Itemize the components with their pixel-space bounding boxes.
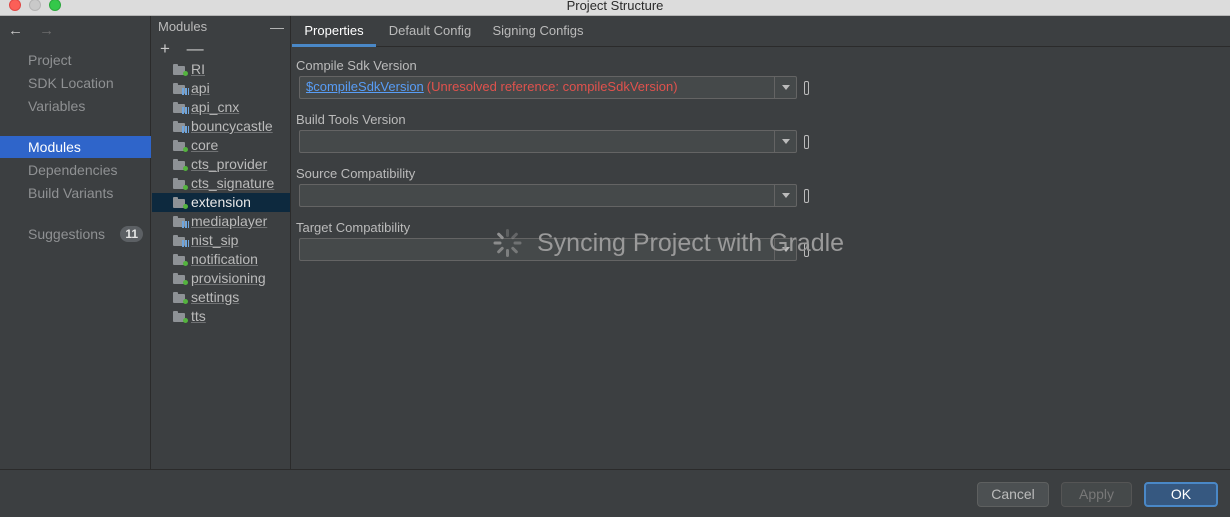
- android-module-icon: [173, 197, 188, 209]
- build-tools-combo[interactable]: [299, 130, 797, 153]
- module-item-label: api: [191, 80, 210, 96]
- module-item-api-cnx[interactable]: api_cnx: [152, 98, 290, 117]
- module-item-label: cts_signature: [191, 175, 275, 191]
- library-module-icon: [173, 121, 189, 133]
- compile-sdk-reference-link[interactable]: $compileSdkVersion: [306, 79, 424, 94]
- modules-toolbar: + —: [152, 38, 290, 60]
- tab-default-config[interactable]: Default Config: [380, 16, 480, 47]
- module-item-tts[interactable]: tts: [152, 307, 290, 326]
- module-item-notification[interactable]: notification: [152, 250, 290, 269]
- chevron-down-icon[interactable]: [774, 131, 796, 152]
- remove-module-icon[interactable]: —: [187, 39, 204, 58]
- variable-bracket-icon[interactable]: [804, 189, 809, 203]
- window-titlebar: Project Structure: [0, 0, 1230, 16]
- add-module-icon[interactable]: +: [160, 39, 170, 58]
- library-module-icon: [173, 216, 189, 228]
- left-nav: ← → Project SDK Location Variables Modul…: [0, 16, 151, 469]
- library-module-icon: [173, 235, 189, 247]
- nav-item-modules[interactable]: Modules: [0, 136, 151, 158]
- module-item-label: settings: [191, 289, 240, 305]
- android-module-icon: [173, 178, 188, 190]
- module-item-label: extension: [191, 194, 251, 210]
- nav-history: ← →: [8, 22, 66, 39]
- android-module-icon: [173, 254, 188, 266]
- apply-button[interactable]: Apply: [1061, 482, 1132, 507]
- module-item-label: bouncycastle: [191, 118, 273, 134]
- module-item-label: api_cnx: [191, 99, 240, 115]
- nav-item-suggestions[interactable]: Suggestions 11: [0, 223, 151, 245]
- module-item-cts-signature[interactable]: cts_signature: [152, 174, 290, 193]
- module-item-label: cts_provider: [191, 156, 268, 172]
- nav-item-project[interactable]: Project: [0, 49, 151, 71]
- sync-overlay: Syncing Project with Gradle: [493, 226, 845, 260]
- cancel-button[interactable]: Cancel: [977, 482, 1049, 507]
- library-module-icon: [173, 83, 189, 95]
- dialog-button-bar: Cancel Apply OK: [0, 469, 1230, 517]
- android-module-icon: [173, 140, 188, 152]
- compile-sdk-error: (Unresolved reference: compileSdkVersion…: [426, 79, 678, 94]
- spinner-icon: [493, 229, 522, 257]
- nav-item-build-variants[interactable]: Build Variants: [0, 182, 151, 204]
- module-item-label: core: [191, 137, 219, 153]
- nav-item-sdk-location[interactable]: SDK Location: [0, 72, 151, 94]
- module-item-cts-provider[interactable]: cts_provider: [152, 155, 290, 174]
- nav-item-suggestions-label: Suggestions: [28, 226, 106, 242]
- module-item-provisioning[interactable]: provisioning: [152, 269, 290, 288]
- compile-sdk-value: $compileSdkVersion (Unresolved reference:…: [306, 79, 678, 94]
- properties-panel: Properties Default Config Signing Config…: [292, 16, 1230, 469]
- sync-status-text: Syncing Project with Gradle: [537, 228, 845, 257]
- tab-signing-configs[interactable]: Signing Configs: [488, 16, 588, 47]
- chevron-down-icon[interactable]: [774, 185, 796, 206]
- module-item-settings[interactable]: settings: [152, 288, 290, 307]
- module-item-label: notification: [191, 251, 258, 267]
- module-item-ri[interactable]: RI: [152, 60, 290, 79]
- library-module-icon: [173, 102, 189, 114]
- module-item-extension[interactable]: extension: [152, 193, 290, 212]
- chevron-down-icon[interactable]: [774, 77, 796, 98]
- variable-bracket-icon[interactable]: [804, 135, 809, 149]
- tab-properties[interactable]: Properties: [292, 16, 376, 47]
- modules-header-label: Modules: [158, 19, 208, 34]
- module-item-mediaplayer[interactable]: mediaplayer: [152, 212, 290, 231]
- compile-sdk-combo[interactable]: $compileSdkVersion (Unresolved reference:…: [299, 76, 797, 99]
- android-module-icon: [173, 64, 188, 76]
- android-module-icon: [173, 273, 188, 285]
- module-item-bouncycastle[interactable]: bouncycastle: [152, 117, 290, 136]
- module-list: RI api api_cnx bouncycastle core cts_provider…: [152, 60, 290, 326]
- module-item-label: RI: [191, 61, 205, 77]
- target-compat-label: Target Compatibility: [296, 220, 411, 235]
- forward-arrow-icon[interactable]: →: [39, 22, 54, 39]
- back-arrow-icon[interactable]: ←: [8, 22, 23, 39]
- module-item-label: tts: [191, 308, 206, 324]
- module-item-nist-sip[interactable]: nist_sip: [152, 231, 290, 250]
- module-item-label: mediaplayer: [191, 213, 268, 229]
- android-module-icon: [173, 292, 188, 304]
- build-tools-label: Build Tools Version: [296, 112, 406, 127]
- android-module-icon: [173, 311, 188, 323]
- module-item-label: nist_sip: [191, 232, 239, 248]
- compile-sdk-label: Compile Sdk Version: [296, 58, 417, 73]
- modules-header: Modules —: [152, 16, 290, 38]
- source-compat-combo[interactable]: [299, 184, 797, 207]
- nav-item-variables[interactable]: Variables: [0, 95, 151, 117]
- tab-bar: Properties Default Config Signing Config…: [292, 16, 1230, 47]
- module-item-api[interactable]: api: [152, 79, 290, 98]
- collapse-icon[interactable]: —: [270, 16, 284, 38]
- modules-panel: Modules — + — RI api api_cnx bouncycastle co…: [152, 16, 291, 469]
- suggestions-count-badge: 11: [120, 226, 143, 242]
- variable-bracket-icon[interactable]: [804, 81, 809, 95]
- module-item-label: provisioning: [191, 270, 266, 286]
- module-item-core[interactable]: core: [152, 136, 290, 155]
- window-title: Project Structure: [566, 0, 664, 13]
- source-compat-label: Source Compatibility: [296, 166, 416, 181]
- android-module-icon: [173, 159, 188, 171]
- nav-item-dependencies[interactable]: Dependencies: [0, 159, 151, 181]
- ok-button[interactable]: OK: [1144, 482, 1218, 507]
